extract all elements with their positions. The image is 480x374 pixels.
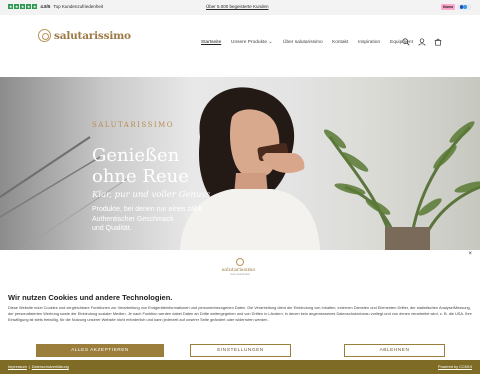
logo-icon (38, 29, 51, 42)
cookie-consent-panel: × salutarissimo Gute Geschmack Wir nutze… (0, 250, 480, 360)
star-icon: ★ (25, 4, 32, 10)
hero-brand: SALUTARISSIMO (92, 121, 175, 129)
hero-title: Genießen ohne Reue (92, 145, 189, 187)
cookie-logo: salutarissimo Gute Geschmack (222, 258, 257, 276)
klarna-icon: Klarna (441, 4, 455, 10)
rating-score: 4.8/5 (40, 4, 51, 10)
hero-description: Produkte, bei denen nur eines zählt: Aut… (92, 206, 205, 232)
nav-inspiration[interactable]: Inspiration (358, 40, 380, 45)
top-bar: ★ ★ ★ ★ ★ 4.8/5 Top Kundenzufriedenheit … (0, 0, 480, 15)
cart-icon[interactable] (434, 38, 442, 46)
cookie-title: Wir nutzen Cookies und andere Technologi… (8, 293, 173, 302)
rating-widget[interactable]: ★ ★ ★ ★ ★ 4.8/5 Top Kundenzufriedenheit (8, 4, 104, 10)
rating-label: Top Kundenzufriedenheit (53, 4, 104, 10)
settings-button[interactable]: EINSTELLUNGEN (190, 344, 291, 357)
nav-kontakt[interactable]: Kontakt (332, 40, 348, 45)
imprint-link[interactable]: Impressum (8, 365, 27, 369)
star-icon: ★ (31, 4, 38, 10)
powered-by-link[interactable]: Powered by CCM19 (438, 365, 472, 369)
logo-icon (236, 258, 244, 266)
customers-link[interactable]: Über 5.000 begeisterte Kunden (206, 4, 269, 9)
nav-startseite[interactable]: Startseite (201, 40, 221, 45)
star-icon: ★ (8, 4, 14, 10)
nav-unsere-produkte[interactable]: Unsere Produkte ⌄ (231, 40, 272, 45)
decline-button[interactable]: ABLEHNEN (344, 344, 445, 357)
search-icon[interactable] (402, 38, 410, 46)
hero-subtitle: Klar, pur und voller Genuss (92, 190, 211, 200)
star-icon: ★ (19, 4, 26, 10)
close-icon[interactable]: × (468, 251, 472, 257)
privacy-link[interactable]: Datenschutzerklärung (32, 365, 69, 369)
site-header: salutarissimo Startseite Unsere Produkte… (0, 15, 480, 77)
nav-ueber-salutarissimo[interactable]: Über salutarissimo (283, 40, 323, 45)
cookie-text: Diese Website nutzt Cookies und vergleic… (8, 305, 472, 323)
hero-image (0, 87, 480, 250)
rating-stars: ★ ★ ★ ★ ★ (8, 4, 38, 10)
hero-banner: SALUTARISSIMO Genießen ohne Reue Klar, p… (0, 77, 480, 250)
paypal-icon (457, 4, 471, 10)
cookie-logo-tagline: Gute Geschmack (230, 273, 250, 276)
site-logo[interactable]: salutarissimo (38, 29, 131, 42)
chevron-down-icon: ⌄ (268, 40, 273, 45)
account-icon[interactable] (418, 38, 426, 46)
accept-all-button[interactable]: ALLES AKZEPTIEREN (36, 344, 164, 357)
logo-text: salutarissimo (54, 29, 131, 42)
cookie-footer-bar: Impressum | Datenschutzerklärung Powered… (0, 360, 480, 374)
legal-links: Impressum | Datenschutzerklärung (8, 365, 69, 369)
link-separator: | (28, 365, 30, 369)
star-icon: ★ (13, 4, 20, 10)
